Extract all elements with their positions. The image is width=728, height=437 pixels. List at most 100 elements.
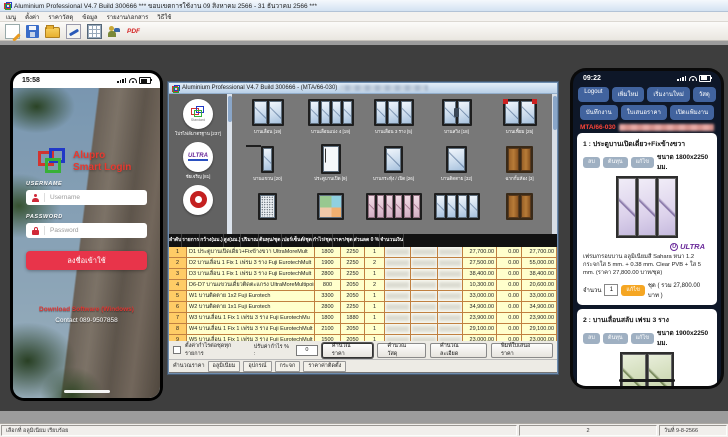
nav-button[interactable]: บันทึกงาน [579, 104, 618, 120]
ultra-profile-logo[interactable]: ULTRA [183, 141, 213, 172]
product-category[interactable] [488, 190, 551, 234]
menu-item[interactable]: วิธีใช้ [157, 12, 171, 22]
print-quotation-button[interactable]: พิมพ์ใบเสนอราคา [490, 342, 553, 358]
menu-item[interactable]: เมนู [6, 12, 16, 22]
product-category[interactable]: บานติดตาย [32] [425, 143, 488, 190]
standard-profile-logo[interactable]: Standard [183, 99, 213, 129]
table-row[interactable]: 3 D3 บานเลื่อน 1 Fix 1 เฟรม 3 ราง Fuji E… [169, 269, 557, 280]
table-row[interactable]: 2 D2 บานเลื่อน 1 Fix 1 เฟรม 3 ราง Fuji E… [169, 258, 557, 269]
open-folder-icon[interactable] [45, 24, 60, 38]
save-icon[interactable] [26, 24, 39, 38]
table-row[interactable]: 7 W3 บานเลื่อน 1 Fix 1 เฟรม 3 ราง Fuji E… [169, 313, 557, 324]
cost-redacted [385, 291, 411, 302]
table-row[interactable]: 5 W1 บานติดตาย 1x2 Fuji Eurotech 3300 20… [169, 291, 557, 302]
nav-button[interactable]: วัสดุ [692, 86, 716, 102]
users-icon[interactable] [108, 25, 121, 38]
item-height: 2050 [341, 324, 365, 335]
product-label: ประตูบานเปิด [9] [314, 176, 347, 181]
product-category[interactable]: บานเฟี้ยม [25] [488, 96, 551, 143]
product-category[interactable]: ประตูบานเปิด [9] [299, 143, 362, 190]
ultra-brand-logo: U ULTRA [670, 242, 705, 251]
nav-button[interactable]: Logout [578, 86, 609, 102]
tab-hardware[interactable]: อุปกรณ์ [243, 360, 272, 372]
menu-item[interactable]: ข้อมูล [82, 12, 97, 22]
battery-icon [699, 74, 712, 82]
product-thumbnail [320, 144, 341, 174]
nav-button[interactable]: เพิ่มใหม่ [611, 86, 645, 102]
nav-button[interactable]: ใบเสนอราคา [620, 104, 667, 120]
product-category[interactable]: บานแขวน [20] [236, 143, 299, 190]
product-grid: บานเลื่อน [19] บานเลื่อนแบ่ง 4 [19] บานเ… [232, 94, 557, 234]
qty-edit-button[interactable]: แก้ไข [621, 284, 645, 296]
table-row[interactable]: 8 W4 บานเลื่อน 1 Fix 1 เฟรม 3 ราง Fuji E… [169, 324, 557, 335]
table-header-cell: สูง(มม.) [224, 234, 242, 247]
tab-aluminium[interactable]: อลูมิเนียม [207, 360, 241, 372]
calc-price-button[interactable]: คำนวณราคา [321, 342, 374, 358]
menu-item[interactable]: ตั้งค่า [25, 12, 39, 22]
product-category[interactable]: บานกระทุ้ง / เปิด [26] [362, 143, 425, 190]
table-row[interactable]: 4 D6-D7 บานแขวนเดี่ยวติดตะแกรง UltraMore… [169, 280, 557, 291]
product-category[interactable] [362, 190, 425, 234]
calc-detail-button[interactable]: คำนวณละเอียด [430, 342, 487, 358]
product-category[interactable] [299, 190, 362, 234]
qty-input[interactable]: 1 [604, 284, 619, 297]
calc-material-button[interactable]: คำนวณวัสดุ [377, 342, 427, 358]
table-header-cell: กว้าง(มม.) [200, 234, 224, 247]
product-category[interactable]: บานเลื่อน [19] [236, 96, 299, 143]
window-icon [172, 84, 180, 93]
edit-sign-icon[interactable] [66, 23, 81, 39]
profit-checkbox[interactable] [173, 346, 182, 354]
row-number: 7 [169, 313, 187, 324]
status-message: เลือกที่ อลูมิเนียม เรียบร้อย [1, 425, 517, 436]
grid-scrollbar[interactable] [552, 94, 557, 234]
discount: 0.00 [497, 324, 522, 335]
window-titlebar: Aluminium Professional V4.7 Build 300666… [169, 83, 557, 94]
percent-redacted [411, 291, 438, 302]
table-row[interactable]: 6 W2 บานติดตาย 1x1 Fuji Eurotech 2800 22… [169, 302, 557, 313]
product-category[interactable]: บานเลื่อน 3 ราง [5] [362, 96, 425, 143]
menu-item[interactable]: ราคาวัสดุ [48, 12, 73, 22]
home-indicator [63, 390, 110, 393]
table-icon[interactable] [87, 23, 102, 39]
pdf-export-icon[interactable]: PDF [127, 25, 140, 38]
table-row[interactable]: 1 D1 ประตูบานเปิดเดี่ยว+Fixข้างขวา Ultra… [169, 247, 557, 258]
cost-button[interactable]: ต้นทุน [602, 332, 628, 344]
download-link[interactable]: Download Software (Windows) [13, 306, 160, 313]
ultra-profile-label: ชัยเจริญ [81] [185, 173, 211, 179]
item-height: 2050 [341, 291, 365, 302]
row-number: 8 [169, 324, 187, 335]
tab-install-price[interactable]: ราคาค่าติดตั้ง [303, 360, 347, 372]
item-width: 1800 [315, 247, 341, 258]
product-thumbnail [251, 98, 284, 126]
new-document-icon[interactable] [5, 23, 20, 39]
profit-redacted [438, 269, 463, 280]
quote-item-card-2: 2 : บานเลื่อนสลับ เฟรม 3 ราง ลบ ต้นทุน แ… [577, 309, 717, 386]
cost-redacted [385, 280, 411, 291]
redacted-customer-name [340, 85, 429, 91]
menu-item[interactable]: รายงาน/เอกสาร [107, 12, 149, 22]
product-category[interactable]: บานสวิง [18] [425, 96, 488, 143]
product-label: บานสวิง [18] [444, 129, 469, 134]
edit-button[interactable]: แก้ไข [630, 332, 654, 344]
product-category[interactable]: ฉากกั้นห้อง [3] [488, 143, 551, 190]
delete-button[interactable]: ลบ [583, 332, 600, 344]
username-input[interactable]: Username [26, 190, 147, 205]
nav-button[interactable]: เปิดแฟ้มงาน [669, 104, 715, 120]
product-category[interactable] [236, 190, 299, 234]
item-width: 1800 [315, 313, 341, 324]
status-count: 2 [519, 425, 657, 436]
delete-button[interactable]: ลบ [583, 156, 600, 168]
cost-button[interactable]: ต้นทุน [602, 156, 628, 168]
product-category[interactable] [425, 190, 488, 234]
product-category[interactable]: บานเลื่อนแบ่ง 4 [19] [299, 96, 362, 143]
nav-button[interactable]: เริ่มงานใหม่ [647, 86, 690, 102]
adjust-profit-input[interactable]: 0 [295, 344, 318, 356]
tab-glass[interactable]: กระจก [274, 360, 301, 372]
password-input[interactable]: Password [26, 223, 147, 238]
left-phone-screen: 15:58 Alupro Smart Login USERNAME Userna… [13, 73, 160, 398]
red-profile-logo[interactable] [183, 184, 213, 215]
quotation-table: ลำดับ รายการ กว้าง(มม.) สูง(มม.) ปริมาณ ต้นทุ… [169, 234, 557, 341]
edit-button[interactable]: แก้ไข [630, 156, 654, 168]
nav-row-1: Logout เพิ่มใหม่ เริ่มงานใหม่ วัสดุ [577, 86, 717, 102]
signin-button[interactable]: ลงชื่อเข้าใช้ [26, 251, 147, 270]
